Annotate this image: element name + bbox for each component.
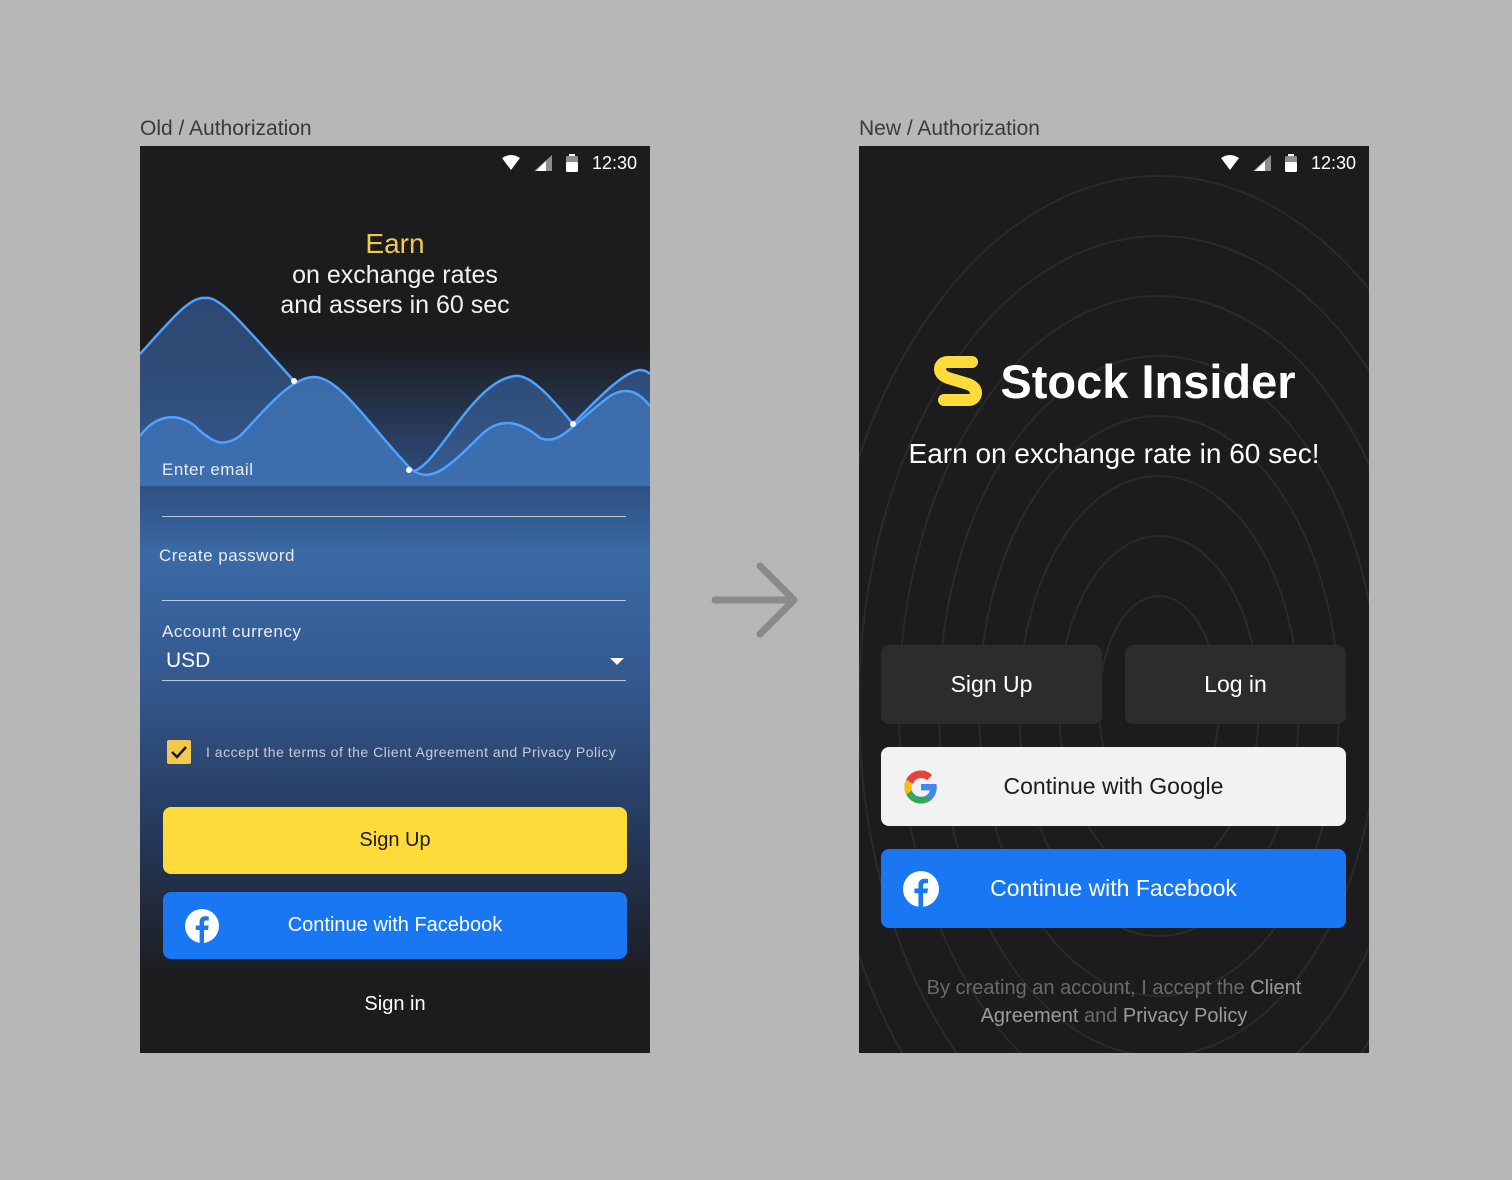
phone-old-authorization: 12:30 Earn on exchange rates and assers … — [140, 146, 650, 1053]
signal-icon — [533, 155, 552, 171]
sign-up-button[interactable]: Sign Up — [163, 807, 627, 874]
frame-title-new: New / Authorization — [859, 117, 1040, 140]
email-label: Enter email — [162, 460, 254, 479]
facebook-button[interactable]: Continue with Facebook — [881, 849, 1346, 928]
check-icon — [171, 746, 187, 759]
password-label: Create password — [159, 546, 296, 565]
sign-up-button[interactable]: Sign Up — [881, 645, 1102, 724]
hero-text: Earn on exchange rates and assers in 60 … — [140, 228, 650, 320]
log-in-button[interactable]: Log in — [1125, 645, 1346, 724]
terms-row: I accept the terms of the Client Agreeme… — [167, 740, 616, 764]
status-time: 12:30 — [1310, 152, 1356, 173]
password-input[interactable] — [159, 566, 626, 600]
battery-icon — [565, 154, 578, 172]
sign-up-label: Sign Up — [359, 829, 431, 851]
google-icon — [904, 770, 937, 803]
logo-icon — [934, 356, 983, 406]
tagline: Earn on exchange rate in 60 sec! — [908, 438, 1320, 469]
google-label: Continue with Google — [1003, 773, 1224, 799]
privacy-policy-link[interactable]: Privacy Policy — [1123, 1005, 1247, 1027]
caret-down-icon[interactable] — [610, 657, 624, 665]
status-bar: 12:30 — [1220, 146, 1369, 180]
arrow-right-icon — [711, 562, 798, 638]
battery-icon — [1284, 154, 1297, 172]
currency-value: USD — [166, 649, 211, 672]
hero-line-1: on exchange rates — [292, 261, 498, 289]
email-input[interactable] — [162, 480, 626, 516]
status-time: 12:30 — [591, 152, 637, 173]
facebook-label: Continue with Facebook — [990, 875, 1237, 901]
facebook-label: Continue with Facebook — [287, 914, 503, 936]
wifi-icon — [501, 155, 520, 170]
terms-text: I accept the terms of the Client Agreeme… — [206, 744, 617, 760]
chart-point — [291, 378, 297, 384]
chart-point — [570, 421, 576, 427]
sign-up-label: Sign Up — [950, 671, 1033, 697]
facebook-icon — [903, 870, 939, 907]
currency-select[interactable]: Account currency USD — [162, 622, 626, 681]
hero-accent: Earn — [365, 228, 425, 259]
sign-in-link[interactable]: Sign in — [140, 993, 650, 1016]
legal-text: By creating an account, I accept the Cli… — [926, 977, 1302, 1027]
hero-line-2: and assers in 60 sec — [280, 291, 510, 319]
email-field[interactable]: Enter email — [162, 460, 626, 517]
wifi-icon — [1220, 155, 1239, 170]
phone-new-authorization: 12:30 Stock Insider Earn on exchange rat… — [859, 146, 1369, 1053]
currency-label: Account currency — [162, 622, 302, 641]
log-in-label: Log in — [1204, 671, 1267, 697]
frame-title-old: Old / Authorization — [140, 117, 312, 140]
facebook-button[interactable]: Continue with Facebook — [163, 892, 627, 959]
brand-logo: Stock Insider — [859, 350, 1369, 412]
facebook-icon — [185, 908, 219, 943]
password-field[interactable]: Create password — [159, 546, 626, 601]
brand-name: Stock Insider — [1000, 354, 1296, 408]
google-button[interactable]: Continue with Google — [881, 747, 1346, 826]
terms-checkbox[interactable] — [167, 740, 191, 764]
status-bar: 12:30 — [501, 146, 650, 180]
signal-icon — [1252, 155, 1271, 171]
